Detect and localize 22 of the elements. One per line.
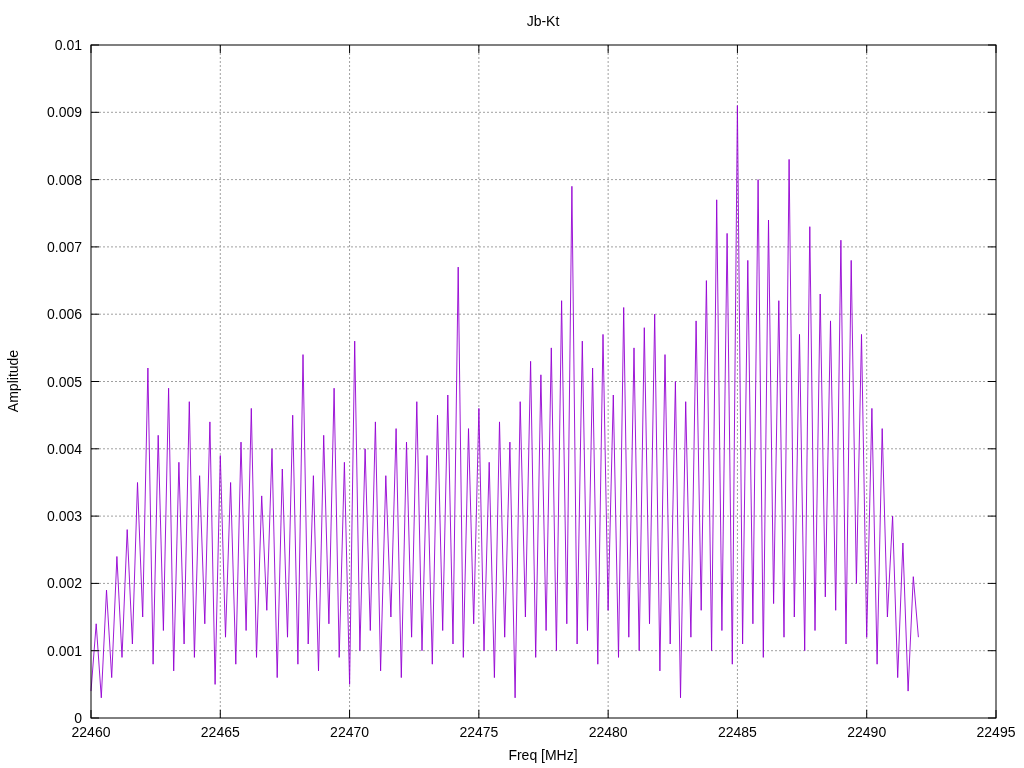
y-tick-label: 0.01 [54, 37, 82, 53]
y-tick-label: 0.005 [46, 373, 82, 390]
y-tick-label: 0.009 [46, 104, 82, 121]
x-tick-label: 22495 [976, 724, 1016, 740]
x-tick-label: 22470 [330, 724, 370, 740]
y-tick-label: 0.001 [46, 642, 82, 659]
x-tick-label: 22465 [200, 724, 240, 740]
x-axis-label: Freq [MHz] [508, 747, 578, 763]
x-tick-label: 22475 [459, 724, 499, 740]
y-tick-label: 0.002 [46, 575, 82, 592]
y-tick-label: 0 [74, 710, 82, 726]
x-tick-label: 22480 [588, 724, 628, 740]
chart-title: Jb-Kt [526, 13, 560, 29]
x-tick-label: 22490 [847, 724, 887, 740]
y-tick-label: 0.008 [46, 171, 82, 188]
y-tick-label: 0.004 [46, 440, 82, 457]
y-tick-label: 0.003 [46, 508, 82, 525]
y-tick-label: 0.007 [46, 238, 82, 255]
y-tick-label: 0.006 [46, 306, 82, 323]
x-tick-label: 22485 [717, 724, 757, 740]
x-tick-label: 22460 [71, 724, 111, 740]
y-axis-label: Amplitude [5, 349, 21, 413]
